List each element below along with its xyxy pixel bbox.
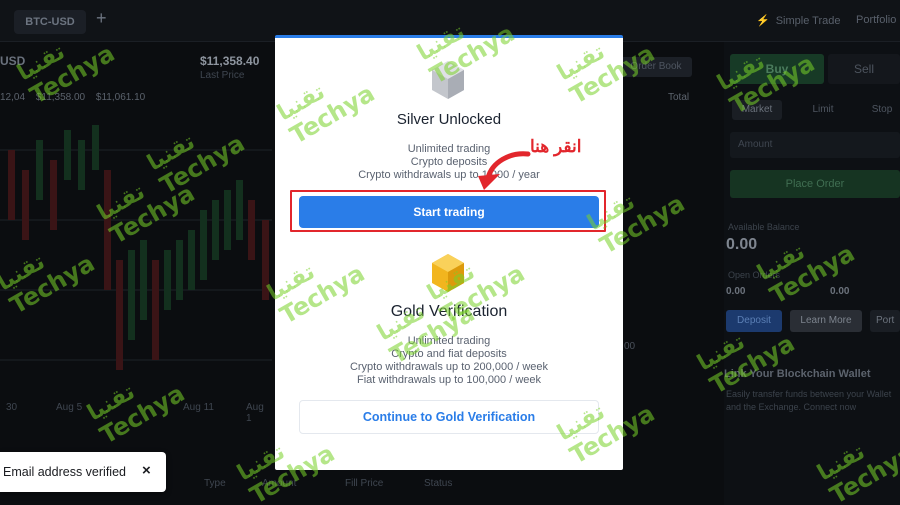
column-header: Amount: [262, 478, 297, 489]
link-wallet-description: Easily transfer funds between your Walle…: [726, 389, 892, 412]
candle: [92, 125, 99, 170]
order-book-button[interactable]: Order Book: [620, 57, 692, 77]
column-header: Fill Price: [345, 478, 384, 489]
gold-title: Gold Verification: [390, 303, 508, 320]
benefit-item: Unlimited trading: [407, 335, 491, 347]
last-price-label: Last Price: [200, 70, 245, 81]
chart-x-axis: 30 Aug 5 Aug 11 Aug 1: [0, 402, 272, 424]
benefit-item: Crypto withdrawals up to 1,000 / year: [358, 169, 540, 181]
start-trading-button[interactable]: Start trading: [299, 196, 599, 228]
last-price: $11,358.40: [200, 54, 260, 68]
toast-message: Email address verified: [3, 465, 126, 479]
available-balance-value: 0.00: [726, 236, 758, 253]
order-type-limit[interactable]: Limit: [808, 100, 838, 120]
portfolio-link[interactable]: Portfolio: [856, 14, 896, 26]
continue-gold-verification-button[interactable]: Continue to Gold Verification: [299, 400, 599, 434]
total-value: 0.00: [830, 286, 850, 297]
annotation-arrow-icon: [478, 151, 531, 190]
order-type-stop[interactable]: Stop: [864, 100, 900, 120]
close-icon[interactable]: ×: [142, 462, 151, 479]
candle: [128, 250, 135, 340]
silver-tier-icon: [432, 61, 464, 99]
candle: [152, 260, 159, 360]
simple-trade-link[interactable]: ⚡ Simple Trade: [756, 14, 841, 27]
bolt-icon: ⚡: [756, 15, 770, 27]
candle: [78, 140, 85, 190]
ohlc-readout: 12,04 $11,358.00 $11,061.10: [0, 92, 153, 103]
candle: [104, 170, 111, 290]
pair-tab[interactable]: BTC-USD: [14, 10, 86, 34]
simple-trade-label: Simple Trade: [775, 15, 841, 27]
candle: [22, 170, 29, 240]
candle: [200, 210, 207, 280]
candle: [176, 240, 183, 300]
candle: [50, 160, 57, 230]
candle: [140, 240, 147, 320]
candle: [236, 180, 243, 240]
pair-code: USD: [0, 54, 26, 68]
total-column-label: Total: [668, 92, 690, 103]
candle: [212, 200, 219, 260]
sell-button[interactable]: Sell: [828, 54, 900, 84]
ohlc-value: $11,358.00: [35, 92, 86, 103]
learn-more-button[interactable]: Learn More: [790, 310, 862, 332]
available-balance-label: Available Balance: [728, 222, 800, 232]
candle: [262, 220, 269, 300]
buy-button[interactable]: Buy: [730, 54, 824, 84]
candle: [224, 190, 231, 250]
candle: [164, 250, 171, 310]
amount-input[interactable]: Amount: [730, 132, 900, 158]
open-orders-label: Open Orders: [728, 270, 781, 280]
candlestick-chart: [0, 125, 272, 370]
gold-tier-icon: [432, 254, 464, 292]
candle: [64, 130, 71, 180]
orderbook-value: 00: [624, 341, 636, 352]
x-tick-label: Aug 1: [246, 402, 264, 424]
benefit-item: Fiat withdrawals up to 100,000 / week: [356, 374, 542, 386]
benefit-item: Crypto and fiat deposits: [391, 348, 507, 360]
ohlc-value: 12,04: [0, 92, 26, 103]
verification-modal: Silver Unlocked Unlimited trading Crypto…: [275, 35, 623, 470]
open-orders-value: 0.00: [726, 286, 746, 297]
gold-benefits: Unlimited trading Crypto and fiat deposi…: [275, 335, 623, 387]
candle: [248, 200, 255, 260]
x-tick-label: 30: [6, 402, 18, 413]
candle: [36, 140, 43, 200]
deposit-button[interactable]: Deposit: [726, 310, 782, 332]
candle: [8, 150, 15, 220]
place-order-button[interactable]: Place Order: [730, 170, 900, 198]
column-header: Status: [424, 478, 453, 489]
candle: [188, 230, 195, 290]
order-type-market[interactable]: Market: [732, 100, 782, 120]
email-verified-toast: Email address verified ×: [0, 452, 166, 492]
column-header: Type: [204, 478, 226, 489]
benefit-item: Crypto deposits: [410, 156, 488, 168]
link-wallet-title: Link Your Blockchain Wallet: [724, 368, 871, 380]
portfolio-button[interactable]: Port: [870, 310, 900, 332]
silver-title: Silver Unlocked: [396, 111, 502, 128]
candle: [116, 260, 123, 370]
x-tick-label: Aug 11: [183, 402, 214, 413]
benefit-item: Crypto withdrawals up to 200,000 / week: [349, 361, 549, 373]
ohlc-value: $11,061.10: [95, 92, 146, 103]
x-tick-label: Aug 5: [56, 402, 83, 413]
trade-panel: Buy Sell Market Limit Stop Amount Place …: [724, 42, 900, 505]
add-tab-icon[interactable]: +: [96, 8, 107, 29]
